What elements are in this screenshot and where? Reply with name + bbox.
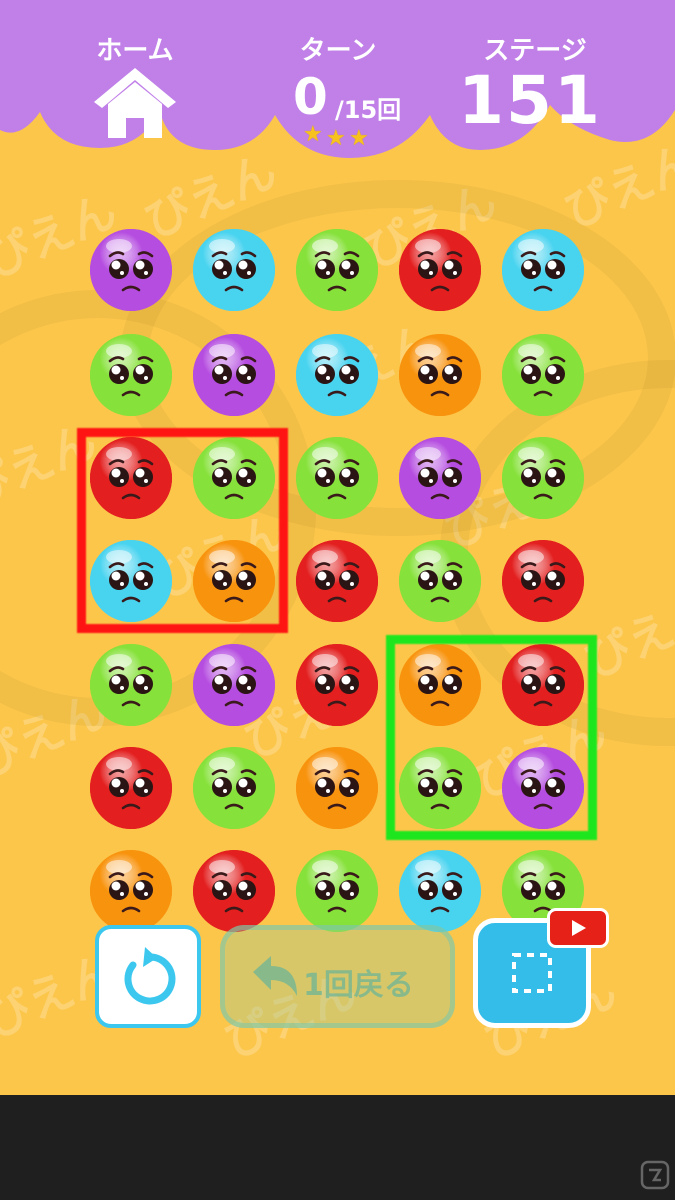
turn-label: ターン [299,36,377,66]
bubble-purple[interactable] [192,333,276,417]
bubble-green[interactable] [398,539,482,623]
home-button[interactable] [90,30,180,145]
bubble-red[interactable] [295,539,379,623]
star-icon: ★ [303,122,323,147]
bubble-red[interactable] [192,849,276,933]
red-selection [77,428,288,633]
bubble-red[interactable] [295,643,379,727]
bubble-cyan[interactable] [295,333,379,417]
bubble-green[interactable] [295,849,379,933]
bubble-cyan[interactable] [501,228,585,312]
undo-button[interactable]: 1回戻る [220,925,455,1028]
watermark-logo-icon [640,1160,670,1190]
bubble-orange[interactable] [295,746,379,830]
turn-limit: /15回 [335,96,402,124]
restart-button[interactable] [95,925,201,1028]
bubble-green[interactable] [295,436,379,520]
bottom-bar [0,1095,675,1200]
bubble-cyan[interactable] [398,849,482,933]
bubble-green[interactable] [89,333,173,417]
undo-label: 1回戻る [303,968,414,1003]
bubble-green[interactable] [89,643,173,727]
restart-icon [124,947,176,1005]
bubble-purple[interactable] [398,436,482,520]
star-icon: ★ [326,126,346,151]
bubble-red[interactable] [89,746,173,830]
home-icon [94,68,176,138]
star-icon: ★ [349,126,369,151]
bubble-green[interactable] [501,333,585,417]
undo-arrow-icon [253,956,297,996]
bubble-cyan[interactable] [192,228,276,312]
bubble-purple[interactable] [192,643,276,727]
game-stage: ぴえんぴえんぴえんぴえんぴえんぴえんぴえんぴえんぴえんぴえんぴえんぴえんぴえんぴ… [0,0,675,1095]
bubble-orange[interactable] [398,333,482,417]
bubble-green[interactable] [295,228,379,312]
green-selection [386,635,597,840]
bubble-green[interactable] [192,746,276,830]
turn-count: 0 [293,68,328,126]
bubble-orange[interactable] [89,849,173,933]
youtube-play-icon [547,908,609,948]
bubble-purple[interactable] [89,228,173,312]
bubble-red[interactable] [501,539,585,623]
bubble-red[interactable] [398,228,482,312]
bubble-green[interactable] [501,436,585,520]
stage-number: 151 [458,62,602,139]
